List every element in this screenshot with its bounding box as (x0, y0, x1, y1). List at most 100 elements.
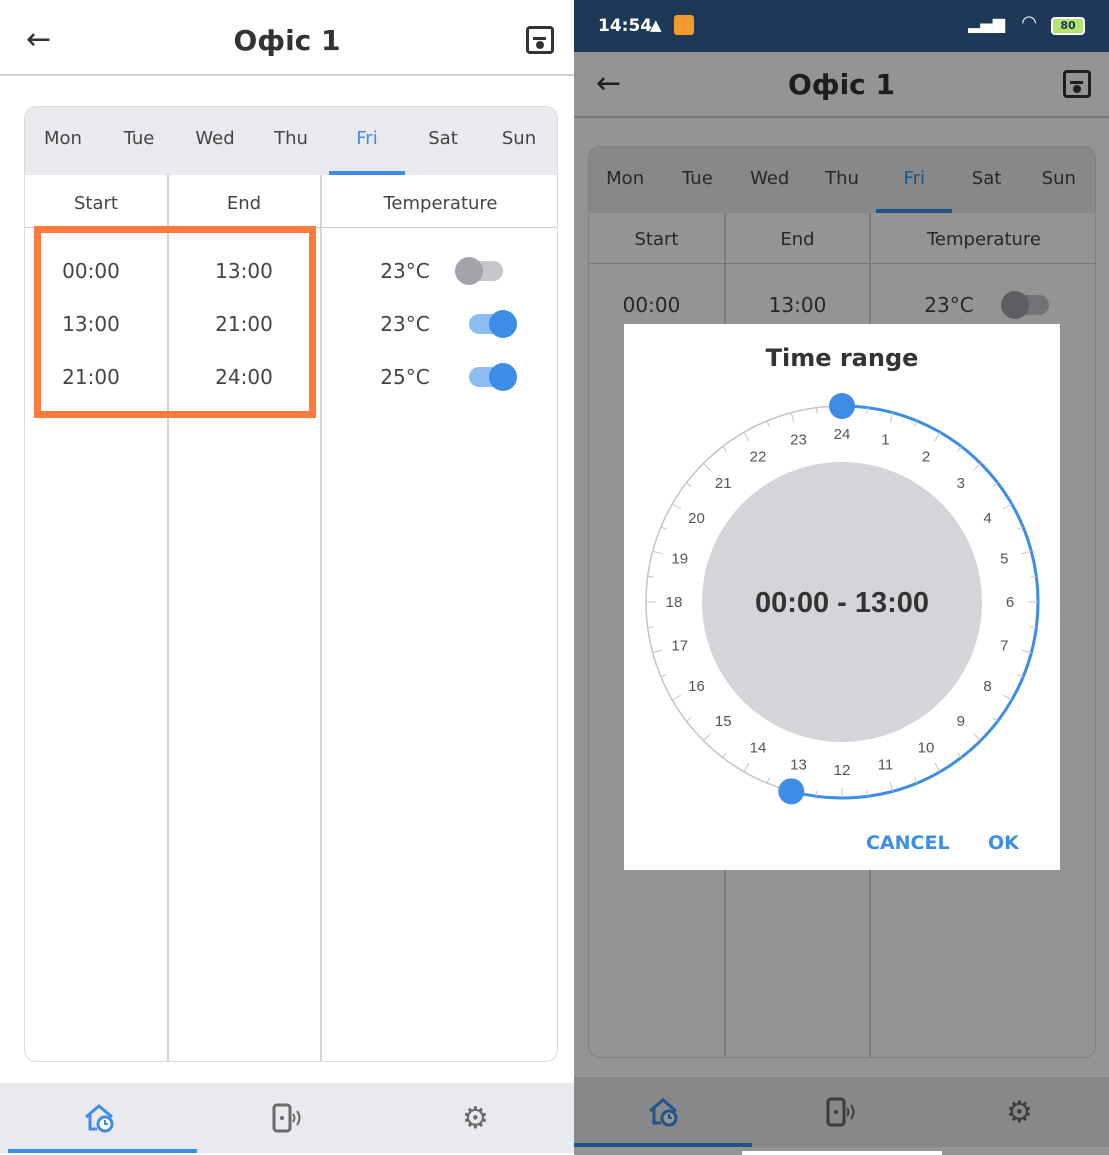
dial-tick (652, 550, 663, 555)
start-column-header: Start (74, 193, 118, 214)
column-divider (320, 175, 322, 1061)
page-title: Офіс 1 (233, 23, 341, 57)
hour-label: 3 (957, 475, 965, 492)
hour-label: 24 (834, 426, 851, 443)
temperature-column-header: Temperature (383, 193, 498, 214)
cancel-button[interactable]: CANCEL (866, 832, 950, 854)
dial-tick (722, 752, 727, 758)
dial-tick (973, 463, 981, 471)
dial-tick (686, 482, 692, 487)
signal-icon: ▂▄▆ (968, 14, 1005, 33)
dial-tick (743, 762, 750, 772)
end-column-header: End (226, 193, 262, 214)
dial-tick (992, 717, 998, 722)
nav-settings[interactable]: ⚙ (377, 1083, 574, 1153)
end-handle[interactable] (778, 778, 805, 805)
time-range-dialog: Time range 24 1 2 3 4 5 6 7 8 9 10 11 12 13 14 15 16 17 18… (624, 324, 1060, 870)
dial-tick (766, 777, 770, 784)
nav-active-indicator (8, 1149, 197, 1153)
hour-label: 20 (688, 510, 705, 527)
hour-label: 19 (671, 551, 688, 568)
home-indicator (742, 1151, 942, 1155)
dial-tick (1002, 503, 1012, 510)
dial-tick (957, 752, 962, 758)
hour-label: 5 (1000, 551, 1008, 568)
hour-label: 21 (715, 475, 732, 492)
hour-label: 10 (918, 739, 935, 756)
row-temperature[interactable]: 23°C (365, 312, 445, 336)
save-icon[interactable] (526, 26, 554, 54)
dial-tick (1021, 649, 1032, 654)
hour-label: 9 (957, 713, 965, 730)
dial-tick (815, 407, 818, 414)
hour-label: 13 (790, 756, 807, 773)
row-toggle[interactable] (469, 310, 517, 338)
row-toggle[interactable] (469, 363, 517, 391)
dial-tick (766, 420, 770, 427)
status-bar: 14:54 ▲ ▂▄▆ ◠ 80 (574, 0, 1109, 52)
tab-sat[interactable]: Sat (405, 107, 481, 175)
bottom-nav: ⚙ (0, 1083, 574, 1153)
ok-button[interactable]: OK (988, 832, 1019, 854)
hour-label: 6 (1006, 594, 1014, 611)
dial-tick (973, 733, 981, 741)
hour-label: 16 (688, 678, 705, 695)
tab-mon[interactable]: Mon (25, 107, 101, 175)
app-header: ← Офіс 1 (0, 6, 574, 76)
dial-tick (660, 526, 667, 530)
dial-tick (703, 733, 711, 741)
dial-tick (934, 762, 941, 772)
day-tabs: Mon Tue Wed Thu Fri Sat Sun (25, 107, 557, 175)
dial-tick (647, 626, 654, 629)
tab-thu[interactable]: Thu (253, 107, 329, 175)
tab-fri[interactable]: Fri (329, 107, 405, 175)
notification-icon: ▲ (650, 16, 662, 34)
highlight-box (34, 226, 316, 418)
gear-icon: ⚙ (462, 1100, 489, 1136)
hour-label: 22 (750, 449, 767, 466)
time-range-dial[interactable]: 24 1234567891011121314151617181920212223 … (624, 324, 1060, 814)
range-label: 00:00 - 13:00 (755, 587, 929, 619)
nav-devices[interactable] (197, 1083, 377, 1153)
dial-tick (957, 446, 962, 452)
row-temperature[interactable]: 23°C (365, 259, 445, 283)
dial-tick (1021, 550, 1032, 555)
battery-icon: 80 (1051, 17, 1085, 35)
schedule-screen: ← Офіс 1 Mon Tue Wed Thu Fri Sat Sun Sta… (0, 0, 574, 1155)
hour-label: 12 (834, 762, 851, 779)
app-notification-icon (674, 15, 694, 35)
tab-tue[interactable]: Tue (101, 107, 177, 175)
tab-sun[interactable]: Sun (481, 107, 557, 175)
wifi-icon: ◠ (1021, 12, 1037, 33)
dial-tick (660, 674, 667, 678)
dial-tick (672, 694, 682, 701)
hour-label: 15 (715, 713, 732, 730)
hour-label: 23 (790, 432, 807, 449)
home-clock-icon (84, 1104, 113, 1133)
hour-label: 11 (878, 756, 894, 773)
time-range-screen: ← Офіс 1 Mon Tue Wed Thu Fri Sat Sun Sta… (574, 0, 1109, 1155)
dial-tick (647, 575, 654, 578)
dial-tick (703, 463, 711, 471)
dial-tick (992, 482, 998, 487)
nav-home-schedule[interactable] (0, 1083, 197, 1153)
dial-tick (743, 432, 750, 442)
dial-tick (652, 649, 663, 654)
row-toggle[interactable] (455, 257, 503, 285)
dial-tick (934, 432, 941, 442)
hour-label: 18 (666, 594, 683, 611)
hour-label: 8 (983, 678, 991, 695)
dial-tick (1002, 694, 1012, 701)
dial-tick (790, 412, 795, 423)
row-temperature[interactable]: 25°C (365, 365, 445, 389)
start-handle[interactable] (829, 393, 855, 419)
hour-label: 7 (1000, 637, 1008, 654)
dial-tick (889, 412, 894, 423)
dial-tick (672, 503, 682, 510)
hour-label: 2 (922, 449, 930, 466)
dial-tick (889, 781, 894, 792)
tab-wed[interactable]: Wed (177, 107, 253, 175)
hour-label: 17 (671, 637, 688, 654)
dial-tick (686, 717, 692, 722)
back-arrow-icon[interactable]: ← (26, 25, 51, 55)
